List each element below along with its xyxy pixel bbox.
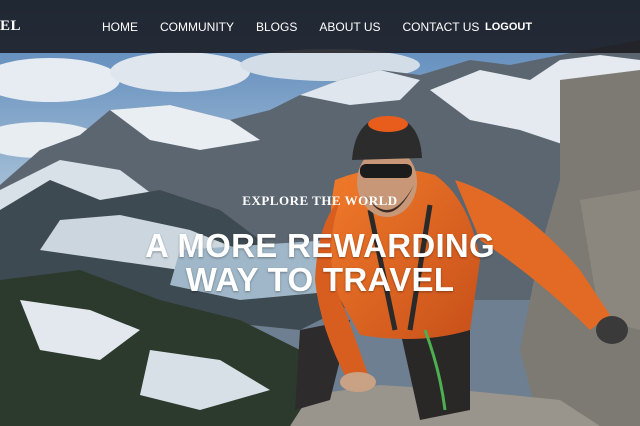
main-nav: HOME COMMUNITY BLOGS ABOUT US CONTACT US <box>102 20 501 34</box>
nav-about-us[interactable]: ABOUT US <box>319 20 380 34</box>
nav-blogs[interactable]: BLOGS <box>256 20 297 34</box>
hero-background-photo <box>0 0 640 426</box>
logout-link[interactable]: LOGOUT <box>485 21 532 33</box>
hero-section <box>0 0 640 426</box>
nav-home[interactable]: HOME <box>102 20 138 34</box>
nav-contact-us[interactable]: CONTACT US <box>402 20 479 34</box>
site-logo[interactable]: EL <box>0 18 21 35</box>
hero-eyebrow: EXPLORE THE WORLD <box>242 193 398 208</box>
nav-community[interactable]: COMMUNITY <box>160 20 234 34</box>
hero-headline-line2: WAY TO TRAVEL <box>185 261 455 298</box>
top-navbar: EL HOME COMMUNITY BLOGS ABOUT US CONTACT… <box>0 0 640 53</box>
hero-headline: A MORE REWARDING WAY TO TRAVEL <box>0 229 640 297</box>
hero-headline-line1: A MORE REWARDING <box>144 227 496 264</box>
